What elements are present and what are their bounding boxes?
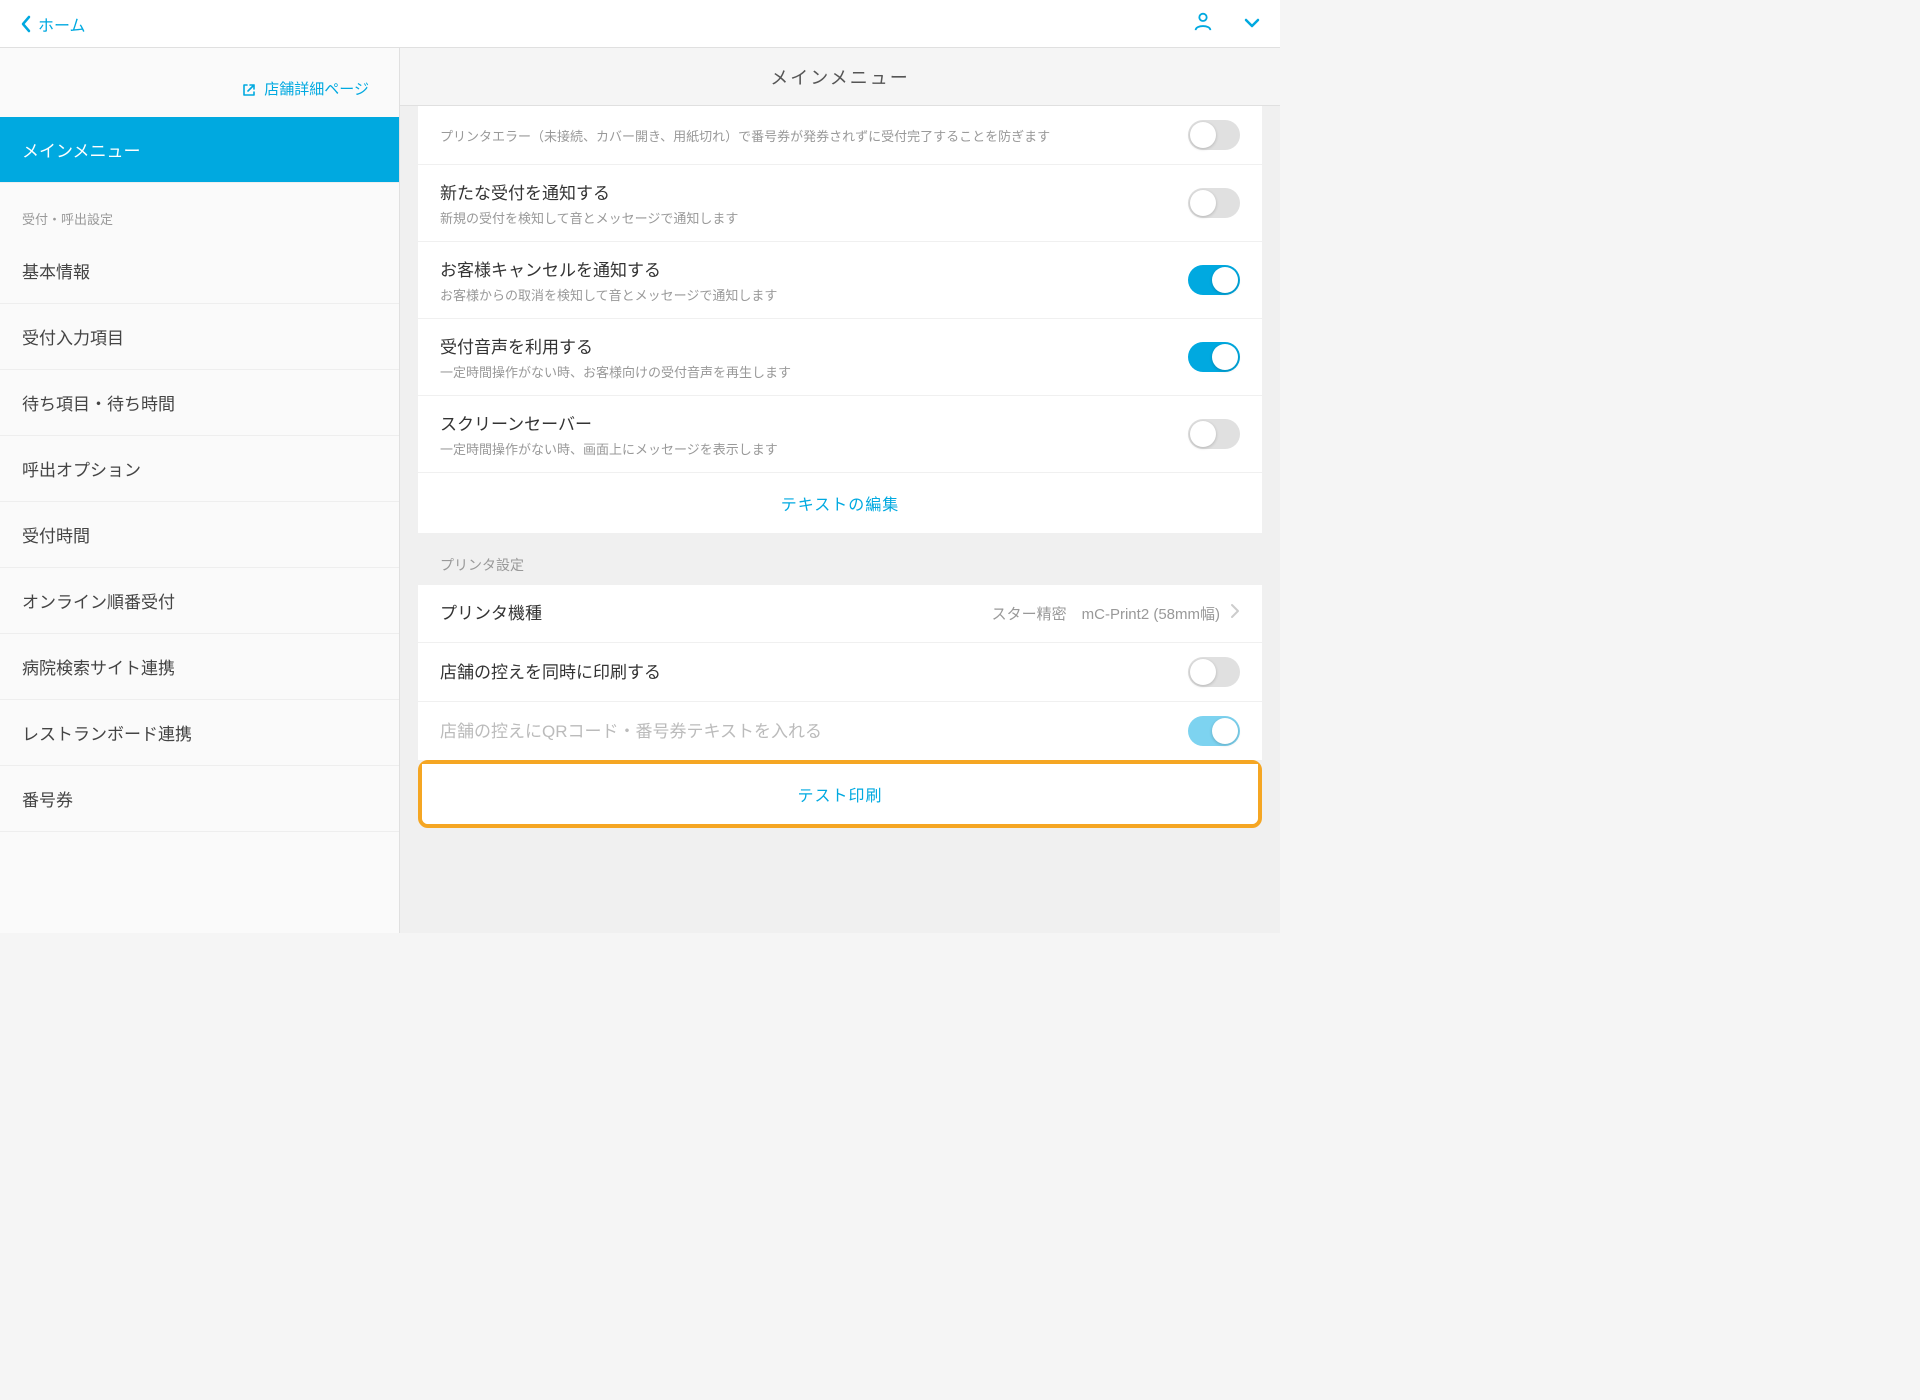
sidebar-item-online-queue[interactable]: オンライン順番受付 [0, 568, 399, 634]
toggle-voice[interactable] [1188, 342, 1240, 372]
setting-title: スクリーンセーバー [440, 410, 1188, 435]
setting-subtitle: 一定時間操作がない時、画面上にメッセージを表示します [440, 439, 1188, 458]
toggle-qr-text[interactable] [1188, 716, 1240, 746]
sidebar-item-restaurant-board[interactable]: レストランボード連携 [0, 700, 399, 766]
setting-title: 受付音声を利用する [440, 333, 1188, 358]
sidebar-item-wait-items[interactable]: 待ち項目・待ち時間 [0, 370, 399, 436]
sidebar-item-label: 受付入力項目 [22, 329, 124, 348]
setting-title: 新たな受付を通知する [440, 179, 1188, 204]
sidebar-item-reception-time[interactable]: 受付時間 [0, 502, 399, 568]
sidebar-section-header: 受付・呼出設定 [0, 183, 399, 238]
external-link-icon [242, 83, 256, 97]
setting-row-new-reception: 新たな受付を通知する 新規の受付を検知して音とメッセージで通知します [418, 165, 1262, 242]
printer-section-label: プリンタ設定 [400, 533, 1280, 585]
settings-block-a: プリンタエラー（未接続、カバー開き、用紙切れ）で番号券が発券されずに受付完了する… [418, 106, 1262, 533]
printer-model-value: スター精密 mC-Print2 (58mm幅) [992, 603, 1220, 624]
setting-row-screensaver: スクリーンセーバー 一定時間操作がない時、画面上にメッセージを表示します [418, 396, 1262, 473]
toggle-store-copy[interactable] [1188, 657, 1240, 687]
toggle-new-reception[interactable] [1188, 188, 1240, 218]
setting-subtitle: 新規の受付を検知して音とメッセージで通知します [440, 208, 1188, 227]
sidebar-item-ticket[interactable]: 番号券 [0, 766, 399, 832]
main-title: メインメニュー [400, 48, 1280, 106]
setting-row-cancel-notify: お客様キャンセルを通知する お客様からの取消を検知して音とメッセージで通知します [418, 242, 1262, 319]
main-panel: メインメニュー プリンタエラー（未接続、カバー開き、用紙切れ）で番号券が発券され… [400, 48, 1280, 933]
setting-title: お客様キャンセルを通知する [440, 256, 1188, 281]
store-detail-label: 店舗詳細ページ [264, 81, 369, 98]
setting-row-qr-text: 店舗の控えにQRコード・番号券テキストを入れる [418, 702, 1262, 760]
sidebar-item-input-items[interactable]: 受付入力項目 [0, 304, 399, 370]
sidebar-item-main-menu[interactable]: メインメニュー [0, 117, 399, 183]
toggle-printer-error[interactable] [1188, 120, 1240, 150]
sidebar: 店舗詳細ページ メインメニュー 受付・呼出設定 基本情報 受付入力項目 待ち項目… [0, 48, 400, 933]
back-label: ホーム [38, 12, 86, 36]
sidebar-item-label: 呼出オプション [22, 461, 141, 480]
settings-block-printer: プリンタ機種 スター精密 mC-Print2 (58mm幅) 店舗の控えを同時に… [418, 585, 1262, 760]
top-right [1192, 10, 1260, 37]
chevron-right-icon [1230, 603, 1240, 624]
user-icon[interactable] [1192, 10, 1214, 37]
store-detail-link[interactable]: 店舗詳細ページ [0, 48, 399, 117]
sidebar-item-label: 待ち項目・待ち時間 [22, 395, 175, 414]
sidebar-item-hospital-search[interactable]: 病院検索サイト連携 [0, 634, 399, 700]
setting-subtitle: 一定時間操作がない時、お客様向けの受付音声を再生します [440, 362, 1188, 381]
setting-subtitle: お客様からの取消を検知して音とメッセージで通知します [440, 285, 1188, 304]
setting-row-printer-model[interactable]: プリンタ機種 スター精密 mC-Print2 (58mm幅) [418, 585, 1262, 643]
setting-row-printer-error: プリンタエラー（未接続、カバー開き、用紙切れ）で番号券が発券されずに受付完了する… [418, 106, 1262, 165]
text-edit-link[interactable]: テキストの編集 [418, 473, 1262, 533]
toggle-cancel-notify[interactable] [1188, 265, 1240, 295]
setting-title: プリンタ機種 [440, 599, 992, 624]
setting-title: 店舗の控えを同時に印刷する [440, 658, 1188, 683]
chevron-down-icon[interactable] [1244, 15, 1260, 33]
test-print-highlight: テスト印刷 [418, 760, 1262, 828]
setting-title: 店舗の控えにQRコード・番号券テキストを入れる [440, 717, 1188, 742]
toggle-screensaver[interactable] [1188, 419, 1240, 449]
sidebar-item-basic-info[interactable]: 基本情報 [0, 238, 399, 304]
sidebar-item-label: 番号券 [22, 791, 73, 810]
setting-row-store-copy: 店舗の控えを同時に印刷する [418, 643, 1262, 702]
setting-subtitle: プリンタエラー（未接続、カバー開き、用紙切れ）で番号券が発券されずに受付完了する… [440, 126, 1188, 145]
back-button[interactable]: ホーム [20, 12, 86, 36]
sidebar-item-label: オンライン順番受付 [22, 593, 175, 612]
test-print-button[interactable]: テスト印刷 [422, 764, 1258, 824]
sidebar-item-label: メインメニュー [22, 142, 141, 161]
top-bar: ホーム [0, 0, 1280, 48]
sidebar-item-label: レストランボード連携 [22, 725, 192, 744]
setting-row-voice: 受付音声を利用する 一定時間操作がない時、お客様向けの受付音声を再生します [418, 319, 1262, 396]
sidebar-item-label: 病院検索サイト連携 [22, 659, 175, 678]
sidebar-item-call-options[interactable]: 呼出オプション [0, 436, 399, 502]
chevron-left-icon [20, 15, 32, 33]
sidebar-item-label: 受付時間 [22, 527, 90, 546]
sidebar-item-label: 基本情報 [22, 263, 90, 282]
